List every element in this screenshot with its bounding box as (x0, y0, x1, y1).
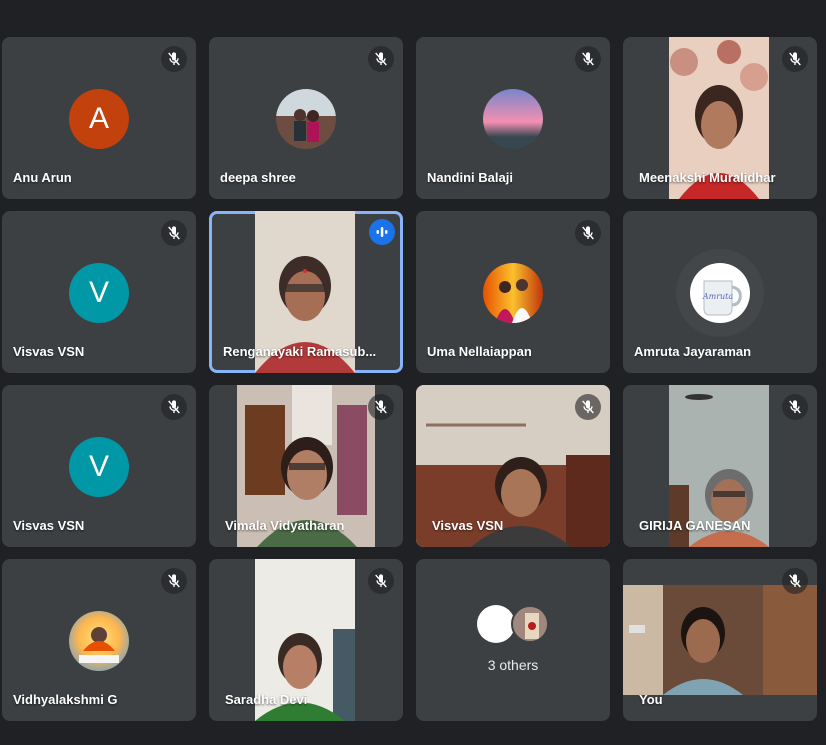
participant-tile[interactable]: Vidhyalakshmi G (2, 559, 196, 721)
participant-name: Renganayaki Ramasub... (223, 344, 377, 359)
participant-tile[interactable]: V Visvas VSN (2, 385, 196, 547)
participant-tile[interactable]: deepa shree (209, 37, 403, 199)
participant-name: Amruta Jayaraman (634, 344, 752, 359)
mic-off-icon (368, 46, 394, 72)
avatar (69, 611, 129, 671)
self-video-feed (623, 585, 817, 695)
participant-tile[interactable]: Vimala Vidyatharan (209, 385, 403, 547)
mic-off-icon (161, 394, 187, 420)
avatar (483, 89, 543, 149)
mic-off-icon (575, 46, 601, 72)
participant-grid: A Anu Arun deepa shree Nandini Balaji Me… (2, 37, 817, 721)
mic-off-icon (161, 220, 187, 246)
participant-name: deepa shree (220, 170, 296, 185)
speaking-indicator-icon (369, 219, 395, 245)
participant-tile[interactable]: Visvas VSN (416, 385, 610, 547)
participant-name: You (639, 692, 663, 707)
participant-name: Nandini Balaji (427, 170, 513, 185)
avatar (477, 605, 515, 643)
participant-name: Saradha Devi (225, 692, 308, 707)
avatar-letter: A (88, 102, 109, 135)
participant-name: Visvas VSN (13, 344, 85, 359)
participant-name: Meenakshi Muralidhar (639, 170, 776, 185)
participant-name: Visvas VSN (13, 518, 85, 533)
others-count: 3 others (487, 657, 539, 673)
participant-name: Vimala Vidyatharan (225, 518, 345, 533)
self-tile[interactable]: You (623, 559, 817, 721)
participant-tile[interactable]: V Visvas VSN (2, 211, 196, 373)
avatar-letter: V (88, 276, 109, 309)
participant-name: Vidhyalakshmi G (13, 692, 118, 707)
participant-tile-active-speaker[interactable]: Renganayaki Ramasub... (209, 211, 403, 373)
participant-tile[interactable]: Saradha Devi (209, 559, 403, 721)
participant-name: Visvas VSN (432, 518, 504, 533)
avatar (276, 89, 336, 149)
participant-tile[interactable]: Amruta Amruta Jayaraman (623, 211, 817, 373)
participant-tile[interactable]: GIRIJA GANESAN (623, 385, 817, 547)
avatar (483, 263, 543, 323)
avatar: V (69, 437, 129, 497)
avatar (511, 605, 549, 643)
participant-tile[interactable]: Uma Nellaiappan (416, 211, 610, 373)
participant-name: GIRIJA GANESAN (639, 518, 751, 533)
mic-off-icon (575, 220, 601, 246)
mic-off-icon (368, 568, 394, 594)
mic-off-icon (782, 394, 808, 420)
mug-text: Amruta (702, 292, 734, 301)
participant-name: Uma Nellaiappan (427, 344, 532, 359)
mic-off-icon (782, 46, 808, 72)
avatar: V (69, 263, 129, 323)
participant-tile[interactable]: Nandini Balaji (416, 37, 610, 199)
avatar: A (69, 89, 129, 149)
mic-off-icon (161, 46, 187, 72)
participant-tile[interactable]: Meenakshi Muralidhar (623, 37, 817, 199)
mic-off-icon (368, 394, 394, 420)
others-avatar-stack (477, 605, 557, 645)
avatar: Amruta (690, 263, 750, 323)
mic-off-icon (161, 568, 187, 594)
avatar-letter: V (88, 450, 109, 483)
participant-tile[interactable]: A Anu Arun (2, 37, 196, 199)
participant-name: Anu Arun (13, 170, 72, 185)
mic-off-icon (782, 568, 808, 594)
others-tile[interactable]: 3 others (416, 559, 610, 721)
mic-off-icon (575, 394, 601, 420)
